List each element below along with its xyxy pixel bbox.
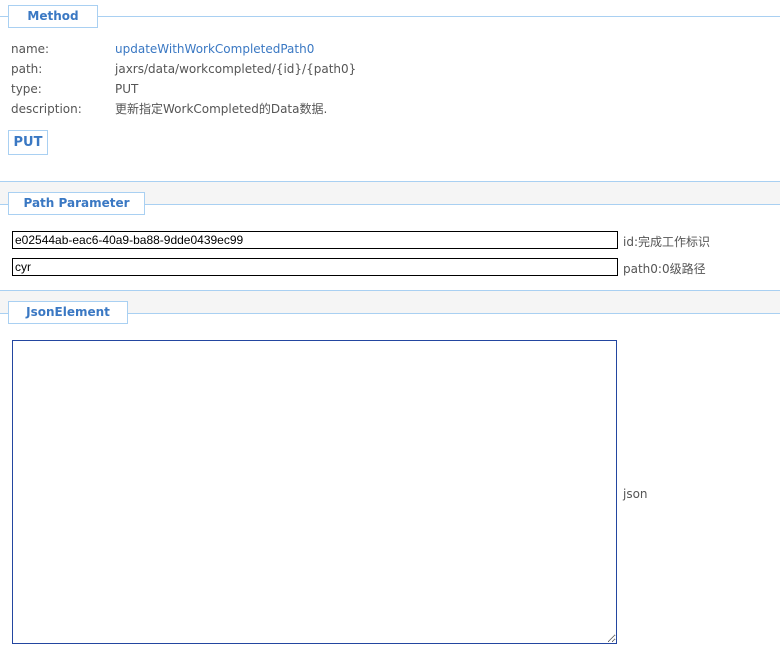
field-value: 更新指定WorkCompleted的Data数据.	[115, 102, 328, 116]
json-textarea-label: json	[623, 487, 648, 501]
field-label: name:	[11, 42, 50, 56]
json-element-section-title: JsonElement	[8, 301, 128, 324]
method-divider	[0, 16, 780, 17]
field-value: jaxrs/data/workcompleted/{id}/{path0}	[115, 62, 357, 76]
path0-input-label: path0:0级路径	[623, 262, 706, 276]
field-value: updateWithWorkCompletedPath0	[115, 42, 315, 56]
field-label: path:	[11, 62, 43, 76]
path-parameter-section-title: Path Parameter	[8, 192, 145, 215]
method-section-title: Method	[8, 5, 98, 28]
field-label: type:	[11, 82, 42, 96]
json-textarea[interactable]	[12, 340, 617, 644]
put-button[interactable]: PUT	[8, 130, 48, 155]
field-label: description:	[11, 102, 82, 116]
id-input-label: id:完成工作标识	[623, 235, 710, 249]
id-input[interactable]	[12, 231, 618, 249]
field-value: PUT	[115, 82, 139, 96]
path0-input[interactable]	[12, 258, 618, 276]
